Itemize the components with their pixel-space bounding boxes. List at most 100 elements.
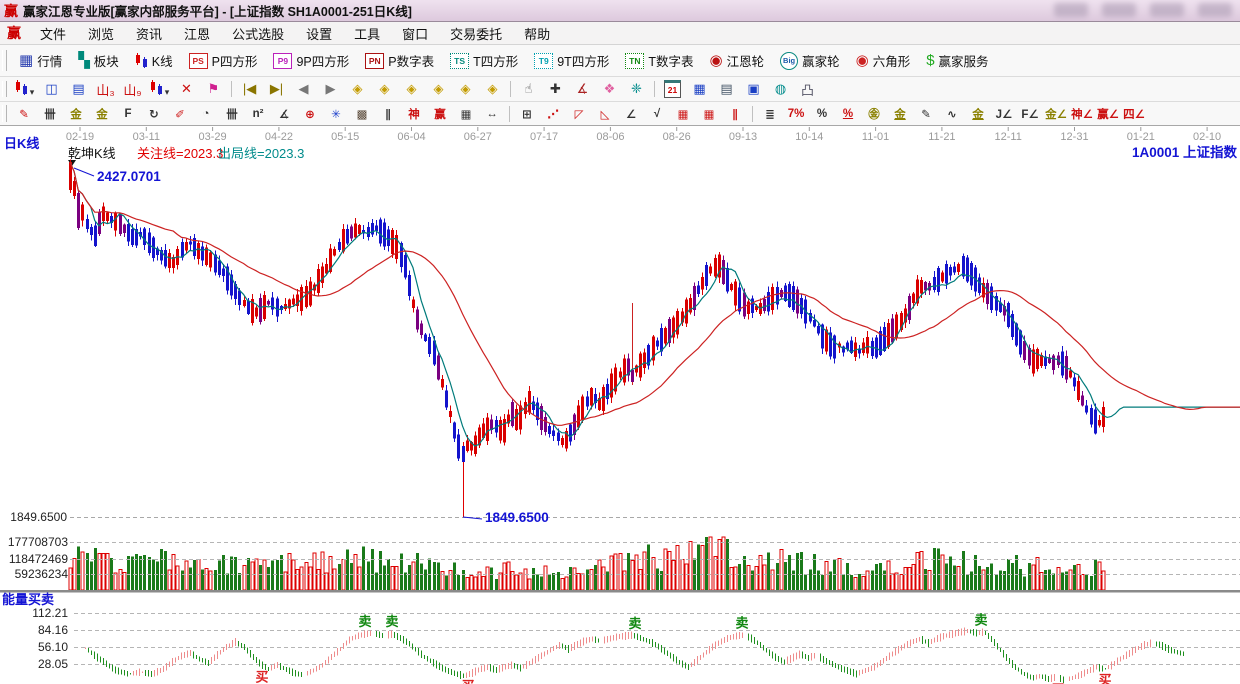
tool-formula-manager[interactable]: ✕ [174,78,199,100]
tool-ying-angle[interactable]: 赢∠ [1096,104,1120,124]
tool-mini-chart-9[interactable]: 山₉ [120,78,145,100]
menu-item-3[interactable]: 江恩 [173,22,221,45]
tool-gold-circle[interactable]: ㊎ [862,104,886,124]
tool-angle-measure[interactable]: ∡ [570,78,595,100]
tool-parallel-lines[interactable]: ∥ [723,104,747,124]
tool-hash-lines[interactable]: 卌 [220,104,244,124]
tool-kline-style-dropdown[interactable]: ▾ [12,78,37,100]
tool-draw-pen[interactable]: ✎ [12,104,36,124]
tool-wave-check[interactable]: √ [645,104,669,124]
tool-n2-ruler[interactable]: n² [246,104,270,124]
tool-shen-grid[interactable]: 神 [402,104,426,124]
tool-print[interactable]: 凸 [795,78,820,100]
tool-spiral[interactable]: ↻ [142,104,166,124]
tool-gold-angle[interactable]: 金∠ [1044,104,1068,124]
tool-step-ruler[interactable]: ≣ [758,104,782,124]
tool-red-grid-1[interactable]: ▦ [671,104,695,124]
tool-drag-hand[interactable]: ☝ [516,78,541,100]
tool-expand-all[interactable]: ◈ [453,78,478,100]
tool-calculator[interactable]: ▦ [687,78,712,100]
tool-color-style[interactable]: ⚑ [201,78,226,100]
tool-compress-h[interactable]: ◈ [426,78,451,100]
menu-item-7[interactable]: 窗口 [391,22,439,45]
tool-screen-mode[interactable]: ◫ [39,78,64,100]
menu-item-4[interactable]: 公式选股 [221,22,295,45]
chart-area[interactable]: 02-1903-1103-2904-2205-1506-0406-2707-17… [0,126,1240,684]
tool-save[interactable]: ▣ [741,78,766,100]
toolbar-drag-handle[interactable] [2,50,7,72]
tool-a-angle[interactable]: ∡ [272,104,296,124]
tool-percent-7[interactable]: 7% [784,104,808,124]
tool-zoom-out-h[interactable]: ◈ [345,78,370,100]
menu-item-8[interactable]: 交易委托 [439,22,513,45]
tool-compress-all[interactable]: ◈ [480,78,505,100]
tool-red-grid-2[interactable]: ▦ [697,104,721,124]
toolbar-button-t-square[interactable]: TST四方形 [442,45,526,76]
tool-gann-tool-teal[interactable]: ❈ [624,78,649,100]
toolbar-button-sectors[interactable]: ▚板块 [70,45,127,76]
tool-percent-lines[interactable]: % [836,104,860,124]
menu-item-2[interactable]: 资讯 [125,22,173,45]
tool-draw-pen-2[interactable]: ✐ [168,104,192,124]
tool-vertical-grid[interactable]: 卌 [38,104,62,124]
menu-item-6[interactable]: 工具 [343,22,391,45]
tool-h-arrows[interactable]: ↔ [480,104,504,124]
tool-gold-grid-2[interactable]: 金 [90,104,114,124]
tool-j-angle[interactable]: J∠ [992,104,1016,124]
tool-f-angle[interactable]: F∠ [1018,104,1042,124]
tool-angle-lines[interactable]: ∠ [619,104,643,124]
tool-grid-123[interactable]: ▦ [454,104,478,124]
tool-percent[interactable]: % [810,104,834,124]
window-button[interactable] [1054,3,1088,17]
tool-last-page[interactable]: ▶| [264,78,289,100]
tool-ying-grid[interactable]: 赢 [428,104,452,124]
tool-web-box[interactable]: ▩ [350,104,374,124]
toolbar-button-p9-square[interactable]: P99P四方形 [265,45,357,76]
tool-calendar[interactable]: 21 [660,78,685,100]
tool-box-tool[interactable]: ⊞ [515,104,539,124]
menu-item-5[interactable]: 设置 [295,22,343,45]
window-controls[interactable] [1054,3,1232,17]
tool-rays-box-1[interactable]: ◸ [567,104,591,124]
menu-item-0[interactable]: 文件 [29,22,77,45]
tool-gold-grid-1[interactable]: 金 [64,104,88,124]
tool-pen-bars[interactable]: ✎ [914,104,938,124]
tool-candle-type-dropdown[interactable]: ▾ [147,78,172,100]
toolbar-button-winner-service[interactable]: $赢家服务 [918,45,996,76]
tool-compass-cross[interactable]: ⊕ [298,104,322,124]
toolbar-button-hexagon[interactable]: ◉六角形 [848,45,919,76]
tool-gold-underline[interactable]: 金 [966,104,990,124]
tool-network[interactable]: ◍ [768,78,793,100]
chart-svg[interactable]: 02-1903-1103-2904-2205-1506-0406-2707-17… [0,126,1240,684]
toolbar-button-p-number-table[interactable]: PNP数字表 [357,45,442,76]
toolbar-button-winner-wheel[interactable]: Big赢家轮 [772,45,848,76]
tool-next-page[interactable]: ▶ [318,78,343,100]
toolbar-button-p-square[interactable]: PSP四方形 [181,45,266,76]
toolbar-button-kline[interactable]: K线 [127,45,181,76]
toolbar-button-t9-square[interactable]: T99T四方形 [526,45,617,76]
tool-time-circle[interactable]: ◔ [194,104,218,124]
tool-zoom-in-h[interactable]: ◈ [372,78,397,100]
toolbar-drag-handle[interactable] [2,81,7,98]
toolbar-button-gann-wheel[interactable]: ◉江恩轮 [701,45,772,76]
tool-gold-lines[interactable]: 金 [888,104,912,124]
menu-item-9[interactable]: 帮助 [513,22,561,45]
toolbar-drag-handle[interactable] [2,105,7,121]
tool-f10-info[interactable]: ▤ [66,78,91,100]
tool-f-grid[interactable]: F [116,104,140,124]
tool-expand-h[interactable]: ◈ [399,78,424,100]
tool-star-web[interactable]: ✳ [324,104,348,124]
tool-mini-chart-3[interactable]: 山₃ [93,78,118,100]
toolbar-button-quotes[interactable]: ▦行情 [11,45,70,76]
restore-button[interactable] [1150,3,1184,17]
tool-rays-box-2[interactable]: ◺ [593,104,617,124]
tool-a-wave[interactable]: ∿ [940,104,964,124]
tool-prev-page[interactable]: ◀ [291,78,316,100]
menu-item-1[interactable]: 浏览 [77,22,125,45]
close-button[interactable] [1198,3,1232,17]
tool-quote-lines[interactable]: ∥ [376,104,400,124]
tool-first-page[interactable]: |◀ [237,78,262,100]
tool-crosshair[interactable]: ✚ [543,78,568,100]
tool-fan-rays[interactable]: ⋰ [541,104,565,124]
tool-si-angle[interactable]: 四∠ [1122,104,1146,124]
